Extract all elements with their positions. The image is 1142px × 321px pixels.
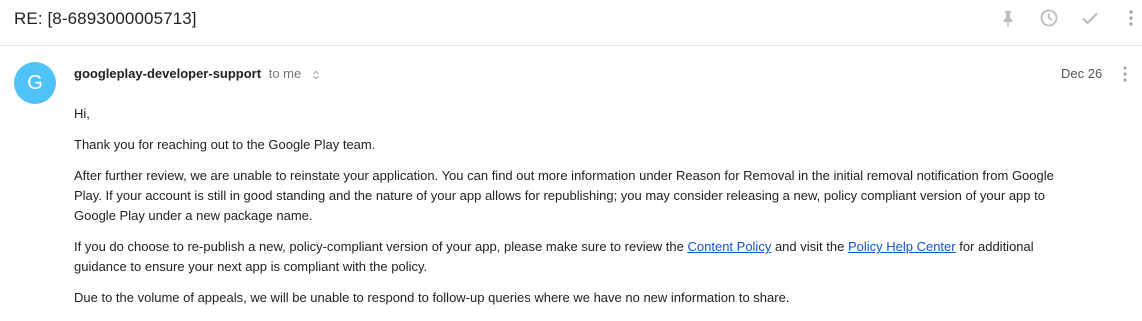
recipient-label: to me	[268, 66, 302, 81]
sender-avatar: G	[14, 62, 56, 104]
paragraph-3: If you do choose to re-publish a new, po…	[74, 237, 1064, 277]
greeting: Hi,	[74, 106, 90, 121]
policy-help-center-link[interactable]: Policy Help Center	[848, 239, 956, 254]
message-more-icon[interactable]	[1119, 64, 1131, 84]
message-date: Dec 26	[1061, 66, 1103, 81]
paragraph-3-part-b: and visit the	[771, 239, 848, 254]
sender-name[interactable]: googleplay-developer-support	[74, 66, 261, 81]
more-vert-icon[interactable]	[1121, 8, 1141, 28]
paragraph-4: Due to the volume of appeals, we will be…	[74, 290, 790, 305]
check-icon[interactable]	[1080, 8, 1100, 28]
paragraph-3-part-a: If you do choose to re-publish a new, po…	[74, 239, 688, 254]
pin-icon[interactable]	[998, 8, 1018, 28]
paragraph-1: Thank you for reaching out to the Google…	[74, 137, 376, 152]
subject-bar: RE: [8-6893000005713]	[0, 0, 1142, 46]
clock-icon[interactable]	[1039, 8, 1059, 28]
content-policy-link[interactable]: Content Policy	[688, 239, 772, 254]
message-body: Hi, Thank you for reaching out to the Go…	[74, 104, 1064, 308]
show-details-icon[interactable]	[311, 70, 321, 80]
email-subject: RE: [8-6893000005713]	[14, 9, 197, 28]
paragraph-2: After further review, we are unable to r…	[74, 168, 1054, 223]
sender-line: googleplay-developer-support to me	[74, 66, 321, 81]
